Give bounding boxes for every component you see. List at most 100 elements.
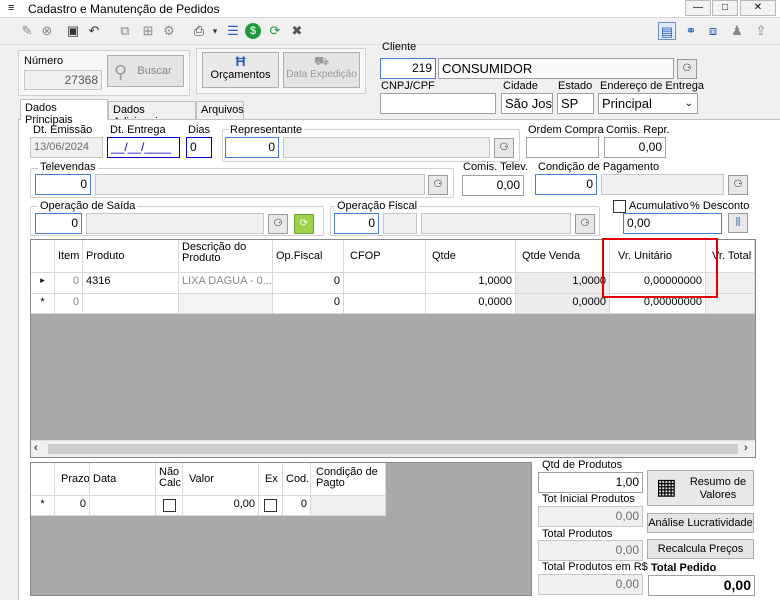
save-icon[interactable]: ▣ bbox=[64, 22, 82, 40]
undo-icon[interactable]: ↶ bbox=[85, 22, 103, 40]
cell-qtde[interactable]: 1,0000 bbox=[426, 273, 516, 294]
cell-item[interactable]: 0 bbox=[55, 294, 83, 314]
ex-checkbox[interactable] bbox=[264, 499, 277, 512]
cell-qtde-venda[interactable]: 0,0000 bbox=[516, 294, 610, 314]
close-button[interactable]: ✕ bbox=[740, 0, 776, 16]
discount-settings-icon[interactable]: ⫼ bbox=[728, 213, 748, 233]
grid-header-qtde-venda[interactable]: Qtde Venda bbox=[516, 240, 610, 273]
scroll-right-icon[interactable]: › bbox=[744, 442, 748, 454]
orcamentos-button[interactable]: Ħ Orçamentos bbox=[202, 52, 279, 88]
cell-descricao[interactable] bbox=[179, 294, 273, 314]
acumulativo-checkbox[interactable] bbox=[613, 200, 626, 213]
cell-item[interactable]: 0 bbox=[55, 273, 83, 294]
cell-qtde[interactable]: 0,0000 bbox=[426, 294, 516, 314]
money-icon[interactable]: $ bbox=[245, 23, 261, 39]
pay-header-nao-calc[interactable]: Não Calc bbox=[156, 463, 183, 496]
televendas-code-field[interactable]: 0 bbox=[35, 174, 91, 195]
cnpj-field[interactable] bbox=[380, 93, 496, 114]
representante-search-icon[interactable]: ⚆ bbox=[494, 138, 514, 158]
op-fiscal-name-field[interactable] bbox=[421, 213, 571, 234]
pay-cell-prazo[interactable]: 0 bbox=[55, 496, 90, 516]
cell-op-fiscal[interactable]: 0 bbox=[273, 294, 344, 314]
dropdown-icon[interactable]: ▾ bbox=[206, 22, 224, 40]
cidade-field[interactable]: São Jos bbox=[501, 93, 553, 114]
total-produtos-field[interactable]: 0,00 bbox=[538, 540, 643, 561]
tab-arquivos[interactable]: Arquivos bbox=[196, 101, 244, 119]
new-icon[interactable]: ✎ bbox=[18, 22, 36, 40]
pay-header-valor[interactable]: Valor bbox=[183, 463, 259, 496]
op-saida-name-field[interactable] bbox=[86, 213, 264, 234]
link-icon[interactable]: ⚭ bbox=[682, 22, 700, 40]
refresh-icon[interactable]: ⟳ bbox=[266, 22, 284, 40]
horizontal-scrollbar[interactable]: ‹ › bbox=[31, 440, 755, 457]
scroll-left-icon[interactable]: ‹ bbox=[34, 442, 38, 454]
op-saida-refresh-icon[interactable]: ⟳ bbox=[294, 214, 314, 234]
pay-header-data[interactable]: Data bbox=[90, 463, 156, 496]
pay-cell-cod[interactable]: 0 bbox=[283, 496, 311, 516]
ordem-compra-field[interactable] bbox=[526, 137, 599, 158]
op-saida-code-field[interactable]: 0 bbox=[35, 213, 82, 234]
minimize-button[interactable]: — bbox=[685, 0, 711, 16]
cell-produto[interactable]: 4316 bbox=[83, 273, 179, 294]
data-expedicao-button[interactable]: ⛟ Data Expedição bbox=[283, 52, 360, 88]
cancel-icon[interactable]: ⊗ bbox=[38, 22, 56, 40]
pay-cell-valor[interactable]: 0,00 bbox=[183, 496, 259, 516]
recalcula-precos-button[interactable]: Recalcula Preços bbox=[647, 539, 754, 559]
list-icon[interactable]: ☰ bbox=[224, 22, 242, 40]
app-menu-icon[interactable]: ≡ bbox=[8, 2, 14, 14]
cell-cfop[interactable] bbox=[344, 294, 426, 314]
grid-header-descricao[interactable]: Descrição do Produto bbox=[179, 240, 273, 273]
user-icon[interactable]: ♟ bbox=[728, 22, 746, 40]
dias-field[interactable]: 0 bbox=[186, 137, 212, 158]
pay-cell-condicao[interactable] bbox=[311, 496, 386, 516]
televendas-search-icon[interactable]: ⚆ bbox=[428, 175, 448, 195]
cell-qtde-venda[interactable]: 1,0000 bbox=[516, 273, 610, 294]
grid-header-produto[interactable]: Produto bbox=[83, 240, 179, 273]
cliente-code-field[interactable]: 219 bbox=[380, 58, 436, 79]
grid-icon[interactable]: ⊞ bbox=[139, 22, 157, 40]
qtd-produtos-field[interactable]: 1,00 bbox=[538, 472, 643, 493]
tab-dados-adicionais[interactable]: Dados Adicionais bbox=[108, 101, 196, 128]
pay-header-ex[interactable]: Ex bbox=[259, 463, 283, 496]
endereco-select[interactable]: Principal ⌄ bbox=[598, 93, 698, 114]
row-indicator[interactable]: ▸ bbox=[31, 273, 55, 294]
form-view-icon[interactable]: ▤ bbox=[658, 22, 676, 40]
grid-header-op-fiscal[interactable]: Op.Fiscal bbox=[273, 240, 344, 273]
representante-name-field[interactable] bbox=[283, 137, 490, 158]
dt-emissao-field[interactable]: 13/06/2024 bbox=[30, 137, 103, 158]
window-icon[interactable]: ⧈ bbox=[704, 22, 722, 40]
comis-repr-field[interactable]: 0,00 bbox=[604, 137, 666, 158]
cell-cfop[interactable] bbox=[344, 273, 426, 294]
buscar-button[interactable]: ⚲ Buscar bbox=[107, 55, 184, 87]
representante-code-field[interactable]: 0 bbox=[225, 137, 279, 158]
row-indicator[interactable]: * bbox=[31, 294, 55, 314]
numero-field[interactable]: 27368 bbox=[24, 70, 102, 90]
pay-row-indicator[interactable]: * bbox=[31, 496, 55, 516]
pay-header-condicao[interactable]: Condição de Pagto bbox=[311, 463, 386, 496]
cell-descricao[interactable]: LIXA DAGUA - 0... bbox=[179, 273, 273, 294]
cond-pag-search-icon[interactable]: ⚆ bbox=[728, 175, 748, 195]
cliente-name-field[interactable]: CONSUMIDOR bbox=[438, 58, 674, 79]
resumo-valores-button[interactable]: ▦ Resumo de Valores bbox=[647, 470, 754, 506]
cell-produto[interactable] bbox=[83, 294, 179, 314]
cond-pag-code-field[interactable]: 0 bbox=[535, 174, 597, 195]
grid-header-cfop[interactable]: CFOP bbox=[344, 240, 426, 273]
desconto-field[interactable]: 0,00 bbox=[623, 213, 722, 234]
nao-calc-checkbox[interactable] bbox=[162, 499, 176, 512]
pay-header-prazo[interactable]: Prazo bbox=[55, 463, 90, 496]
scroll-thumb[interactable] bbox=[48, 444, 738, 454]
cell-op-fiscal[interactable]: 0 bbox=[273, 273, 344, 294]
export-icon[interactable]: ⇪ bbox=[752, 22, 770, 40]
op-fiscal-aux-field[interactable] bbox=[383, 213, 417, 234]
televendas-name-field[interactable] bbox=[95, 174, 425, 195]
op-fiscal-search-icon[interactable]: ⚆ bbox=[575, 214, 595, 234]
total-pedido-field[interactable]: 0,00 bbox=[648, 575, 755, 596]
tot-inicial-field[interactable]: 0,00 bbox=[538, 506, 643, 527]
comis-telev-field[interactable]: 0,00 bbox=[462, 175, 524, 196]
estado-field[interactable]: SP bbox=[557, 93, 594, 114]
tool-icon[interactable]: ⚙ bbox=[160, 22, 178, 40]
cliente-search-icon[interactable]: ⚆ bbox=[677, 59, 697, 79]
op-saida-search-icon[interactable]: ⚆ bbox=[268, 214, 288, 234]
grid-header-qtde[interactable]: Qtde bbox=[426, 240, 516, 273]
cond-pag-name-field[interactable] bbox=[601, 174, 724, 195]
